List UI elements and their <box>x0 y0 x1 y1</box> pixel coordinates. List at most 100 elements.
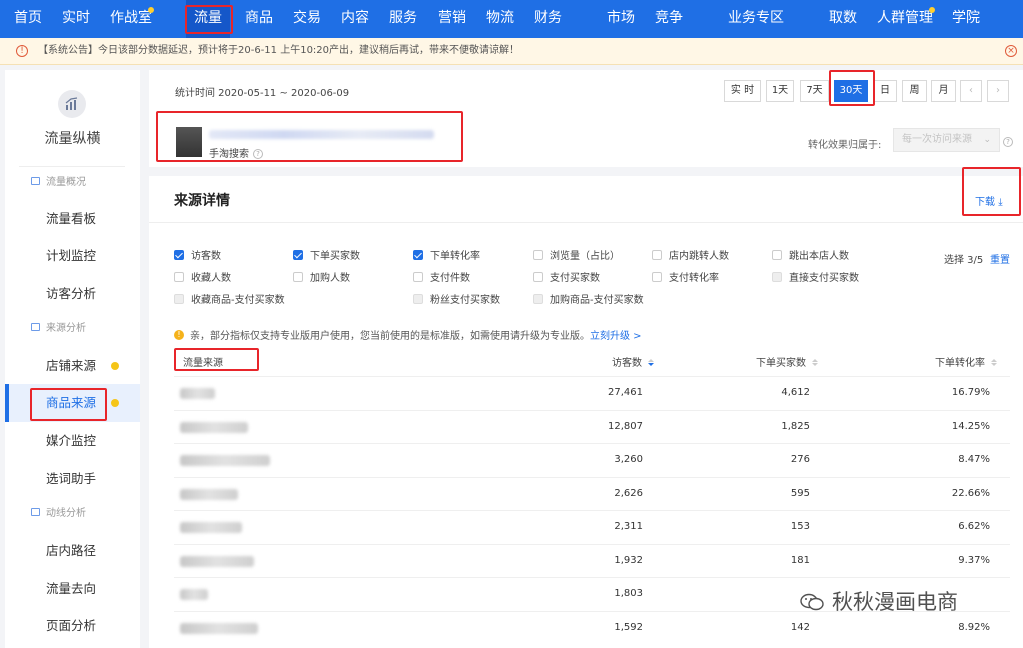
column-header-buyers[interactable]: 下单买家数 <box>756 354 818 369</box>
sidebar-group-overview: 流量概况 <box>31 175 86 191</box>
nav-new-dot <box>929 7 935 13</box>
new-dot <box>111 362 119 370</box>
stat-time: 统计时间 2020-05-11 ~ 2020-06-09 <box>175 88 350 99</box>
metric-checkbox[interactable]: 店内跳转人数 <box>652 250 729 264</box>
divider <box>149 222 1023 223</box>
nav-competition[interactable]: 竞争 <box>655 0 683 38</box>
metric-checkbox[interactable]: 粉丝支付买家数 <box>413 294 500 308</box>
nav-market[interactable]: 市场 <box>607 0 635 38</box>
checkbox-icon <box>293 272 303 282</box>
sidebar-item-dashboard[interactable]: 流量看板 <box>5 200 140 238</box>
nav-home[interactable]: 首页 <box>14 0 42 38</box>
next-arrow-icon[interactable]: › <box>987 80 1009 102</box>
nav-logistics[interactable]: 物流 <box>486 0 514 38</box>
time-btn-week[interactable]: 周 <box>902 80 927 102</box>
notice-text: 【系统公告】今日该部分数据延迟，预计将于20-6-11 上午10:20产出，建议… <box>38 45 520 56</box>
nav-realtime[interactable]: 实时 <box>62 0 90 38</box>
table-row[interactable]: 12,807 1,825 14.25% <box>174 409 1010 444</box>
time-btn-1day[interactable]: 1天 <box>766 80 794 102</box>
nav-finance[interactable]: 财务 <box>534 0 562 38</box>
sidebar-item-visitor-analysis[interactable]: 访客分析 <box>5 275 140 313</box>
prev-arrow-icon[interactable]: ‹ <box>960 80 982 102</box>
source-name-blurred <box>180 421 248 433</box>
nav-marketing[interactable]: 营销 <box>438 0 466 38</box>
checkbox-icon <box>652 272 662 282</box>
nav-war-room[interactable]: 作战室 <box>110 0 152 38</box>
sidebar-item-plan-monitor[interactable]: 计划监控 <box>5 237 140 275</box>
metric-checkbox[interactable]: 支付转化率 <box>652 272 719 286</box>
nav-product[interactable]: 商品 <box>245 0 273 38</box>
metric-checkbox[interactable]: 收藏人数 <box>174 272 231 286</box>
nav-content[interactable]: 内容 <box>341 0 369 38</box>
sidebar-item-traffic-destination[interactable]: 流量去向 <box>5 570 140 608</box>
column-header-source: 流量来源 <box>183 358 223 369</box>
nav-traffic[interactable]: 流量 <box>186 0 230 38</box>
table-row[interactable]: 2,626 595 22.66% <box>174 476 1010 511</box>
time-btn-30days[interactable]: 30天 <box>834 80 868 102</box>
metric-checkbox[interactable]: 访客数 <box>174 250 221 264</box>
top-nav-bar: 首页 实时 作战室 流量 商品 交易 内容 服务 营销 物流 财务 市场 竞争 … <box>0 0 1023 38</box>
chart-icon <box>58 90 86 118</box>
source-name-blurred <box>180 555 254 567</box>
nav-service[interactable]: 服务 <box>389 0 417 38</box>
metric-checkbox[interactable]: 跳出本店人数 <box>772 250 849 264</box>
divider <box>19 166 125 167</box>
metric-checkbox[interactable]: 直接支付买家数 <box>772 272 859 286</box>
metric-checkbox[interactable]: 下单转化率 <box>413 250 480 264</box>
checkbox-icon <box>772 250 782 260</box>
sidebar-item-product-source[interactable]: 商品来源 <box>5 384 140 422</box>
table-row[interactable]: 1,932 181 9.37% <box>174 543 1010 578</box>
checkbox-icon <box>533 272 543 282</box>
download-icon: ⤓ <box>998 197 1003 208</box>
column-header-conversion[interactable]: 下单转化率 <box>935 354 997 369</box>
attribution-label: 转化效果归属于: <box>808 140 882 151</box>
time-btn-day[interactable]: 日 <box>873 80 897 102</box>
product-title-blurred <box>209 130 434 139</box>
nav-fetch-data[interactable]: 取数 <box>829 0 857 38</box>
nav-crowd[interactable]: 人群管理 <box>877 0 933 38</box>
sidebar-item-shop-source[interactable]: 店铺来源 <box>5 347 140 385</box>
close-icon[interactable]: × <box>1005 45 1017 57</box>
reset-button[interactable]: 重置 <box>990 251 1010 266</box>
column-header-visitors[interactable]: 访客数 <box>612 354 654 369</box>
metric-checkbox[interactable]: 支付件数 <box>413 272 470 286</box>
warning-icon: ! <box>16 45 28 57</box>
source-detail-card: 来源详情 下载 ⤓ 访客数 下单买家数 下单转化率 浏览量（占比） 店内跳转人数… <box>149 176 1023 648</box>
sidebar-title: 流量纵横 <box>44 131 101 147</box>
help-icon[interactable]: ? <box>253 149 263 159</box>
sidebar-item-page-analysis[interactable]: 页面分析 <box>5 607 140 645</box>
metric-checkbox[interactable]: 支付买家数 <box>533 272 600 286</box>
metric-checkbox[interactable]: 收藏商品-支付买家数 <box>174 294 285 308</box>
upgrade-link[interactable]: 立刻升级 > <box>590 331 642 342</box>
checkbox-icon <box>533 250 543 260</box>
sidebar-item-shop-path[interactable]: 店内路径 <box>5 532 140 570</box>
sidebar-item-keyword-helper[interactable]: 选词助手 <box>5 460 140 498</box>
sort-icon <box>991 358 997 366</box>
sidebar-item-media-monitor[interactable]: 媒介监控 <box>5 422 140 460</box>
nav-academy[interactable]: 学院 <box>952 0 980 38</box>
source-name-blurred <box>180 589 208 600</box>
folder-icon <box>31 323 40 331</box>
download-button[interactable]: 下载 ⤓ <box>975 193 1003 208</box>
attribution-select[interactable]: 每一次访问来源 ⌄ <box>893 128 1000 152</box>
table-row[interactable]: 3,260 276 8.47% <box>174 443 1010 477</box>
nav-business-zone[interactable]: 业务专区 <box>728 0 784 38</box>
product-thumbnail <box>176 127 202 157</box>
selection-count: 选择 3/5 <box>944 255 984 266</box>
product-source-label: 手淘搜索? <box>209 145 263 160</box>
metric-checkbox[interactable]: 浏览量（占比） <box>533 250 620 264</box>
time-btn-realtime[interactable]: 实 时 <box>724 80 761 102</box>
system-notice: ! 【系统公告】今日该部分数据延迟，预计将于20-6-11 上午10:20产出，… <box>0 38 1023 65</box>
table-row[interactable]: 2,311 153 6.62% <box>174 510 1010 544</box>
time-btn-7days[interactable]: 7天 <box>800 80 829 102</box>
help-icon[interactable]: ? <box>1003 137 1013 147</box>
table-row[interactable]: 27,461 4,612 16.79% <box>174 376 1010 410</box>
new-dot <box>111 399 119 407</box>
metric-checkbox[interactable]: 下单买家数 <box>293 250 360 264</box>
time-btn-month[interactable]: 月 <box>931 80 956 102</box>
nav-transaction[interactable]: 交易 <box>293 0 321 38</box>
checkbox-icon <box>533 294 543 304</box>
chevron-down-icon: ⌄ <box>983 135 991 145</box>
metric-checkbox[interactable]: 加购商品-支付买家数 <box>533 294 644 308</box>
metric-checkbox[interactable]: 加购人数 <box>293 272 350 286</box>
